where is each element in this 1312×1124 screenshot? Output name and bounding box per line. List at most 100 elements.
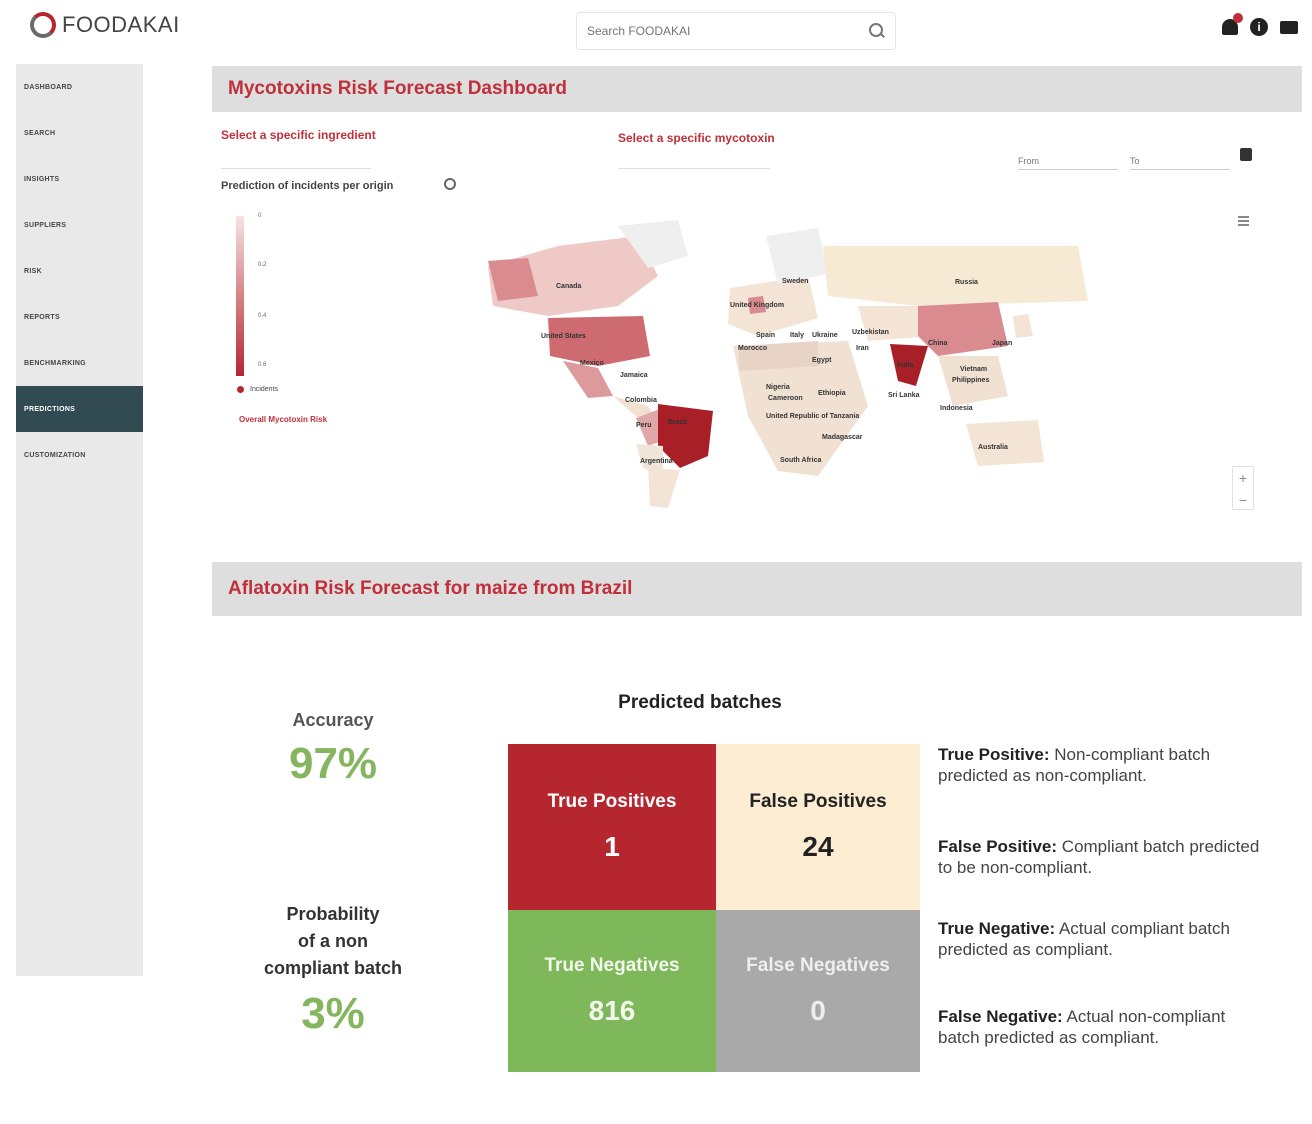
date-to-field[interactable]: To: [1130, 156, 1230, 170]
map-label: Ukraine: [812, 332, 838, 339]
search-bar[interactable]: [576, 12, 896, 50]
map-region-argentina: [648, 468, 680, 508]
ingredient-select-label[interactable]: Select a specific ingredient: [221, 128, 376, 142]
legend-tick: 0: [258, 213, 262, 219]
map-label: Spain: [756, 332, 776, 339]
false-positives-cell: False Positives 24: [716, 744, 920, 910]
prediction-label: Prediction of incidents per origin: [221, 180, 394, 192]
accuracy-card: Accuracy 97%: [214, 660, 452, 840]
date-from-field[interactable]: From: [1018, 156, 1118, 170]
map-label: Sri Lanka: [888, 392, 920, 399]
sidebar-item-suppliers[interactable]: SUPPLIERS: [16, 202, 143, 248]
ingredient-select[interactable]: [221, 168, 371, 169]
definition-term: True Positive:: [938, 745, 1050, 764]
definition-term: True Negative:: [938, 919, 1056, 938]
map-label: Japan: [992, 340, 1013, 347]
zoom-in-button[interactable]: +: [1233, 467, 1253, 489]
map-label: Brazil: [668, 419, 688, 426]
sidebar-nav: DASHBOARD SEARCH INSIGHTS SUPPLIERS RISK…: [16, 64, 143, 976]
accuracy-label: Accuracy: [292, 710, 374, 730]
predicted-batches-title: Predicted batches: [618, 692, 782, 713]
definition-true-negative: True Negative: Actual compliant batch pr…: [938, 918, 1268, 960]
accuracy-value: 97%: [288, 739, 378, 788]
map-label: Jamaica: [620, 372, 648, 379]
map-region-japan: [1013, 314, 1033, 338]
map-label: Morocco: [738, 345, 768, 352]
map-region-australia: [966, 420, 1044, 466]
map-label: Peru: [636, 422, 652, 429]
map-label: United Republic of Tanzania: [766, 413, 860, 420]
definition-false-positive: False Positive: Compliant batch predicte…: [938, 836, 1268, 878]
legend-tick: 0.2: [258, 262, 267, 268]
history-icon[interactable]: [444, 178, 456, 190]
map-label: Iran: [856, 345, 869, 352]
map-menu-icon[interactable]: [1238, 216, 1249, 227]
overall-risk-link[interactable]: Overall Mycotoxin Risk: [239, 415, 327, 424]
info-icon[interactable]: i: [1250, 18, 1268, 36]
true-positives-label: True Positives: [547, 791, 677, 812]
map-label: South Africa: [780, 457, 822, 464]
map-region-scandinavia: [766, 228, 828, 284]
false-negatives-label: False Negatives: [746, 955, 890, 976]
risk-color-legend: [236, 216, 244, 376]
notification-badge: [1233, 13, 1243, 23]
probability-label: of a non: [298, 931, 368, 951]
map-label: Mexico: [580, 360, 604, 367]
map-label: Australia: [978, 444, 1008, 451]
world-risk-map[interactable]: [218, 206, 1264, 524]
definition-false-negative: False Negative: Actual non-compliant bat…: [938, 1006, 1268, 1048]
sidebar-item-insights[interactable]: INSIGHTS: [16, 156, 143, 202]
world-map-svg: [488, 220, 1088, 508]
legend-tick: 0.4: [258, 313, 267, 319]
map-label: Argentina: [640, 458, 673, 465]
search-input[interactable]: [587, 24, 869, 38]
map-label: United States: [541, 333, 586, 340]
map-label: Colombia: [625, 397, 657, 404]
top-header: FOODAKAI i: [0, 0, 1312, 62]
map-label: Sweden: [782, 278, 809, 285]
zoom-out-button[interactable]: −: [1233, 489, 1253, 511]
probability-label: compliant batch: [263, 958, 402, 978]
sidebar-item-benchmarking[interactable]: BENCHMARKING: [16, 340, 143, 386]
false-positives-value: 24: [802, 831, 834, 862]
foodakai-logo[interactable]: FOODAKAI: [30, 12, 180, 38]
sidebar-item-customization[interactable]: CUSTOMIZATION: [16, 432, 143, 478]
search-icon[interactable]: [869, 23, 885, 39]
probability-value: 3%: [301, 989, 365, 1038]
incidents-dot-icon: [237, 386, 244, 393]
map-label: Madagascar: [822, 434, 863, 441]
logo-text: FOODAKAI: [62, 12, 180, 37]
sidebar-item-search[interactable]: SEARCH: [16, 110, 143, 156]
legend-tick: 0.6: [258, 362, 267, 368]
map-label: China: [928, 340, 948, 347]
forecast-title: Aflatoxin Risk Forecast for maize from B…: [212, 562, 1302, 616]
mail-icon[interactable]: [1280, 20, 1298, 34]
header-icons: i: [1222, 13, 1298, 36]
probability-label: Probability: [286, 904, 380, 924]
map-label: Philippines: [952, 377, 990, 384]
map-label: Egypt: [812, 357, 832, 364]
false-positives-label: False Positives: [749, 791, 887, 812]
sidebar-item-dashboard[interactable]: DASHBOARD: [16, 64, 143, 110]
map-label: India: [897, 362, 914, 369]
logo-mark-icon: [30, 12, 56, 38]
definition-term: False Negative:: [938, 1007, 1063, 1026]
probability-card: Probability of a non compliant batch 3%: [214, 890, 452, 1070]
map-zoom-control: + −: [1232, 466, 1254, 510]
map-label: Uzbekistan: [852, 329, 889, 336]
map-label: Russia: [955, 279, 978, 286]
notification-bell-icon[interactable]: [1222, 13, 1243, 35]
map-label: Italy: [790, 332, 805, 339]
false-negatives-cell: False Negatives 0: [716, 910, 920, 1072]
map-label: Nigeria: [766, 384, 790, 391]
sidebar-item-reports[interactable]: REPORTS: [16, 294, 143, 340]
mycotoxin-select[interactable]: [618, 168, 770, 169]
map-label: Canada: [556, 283, 582, 290]
mycotoxin-select-label[interactable]: Select a specific mycotoxin: [618, 131, 775, 145]
dashboard-title: Mycotoxins Risk Forecast Dashboard: [212, 66, 1302, 112]
sidebar-item-risk[interactable]: RISK: [16, 248, 143, 294]
sidebar-item-predictions[interactable]: PREDICTIONS: [16, 386, 143, 432]
map-region-usa: [548, 316, 650, 366]
calendar-icon[interactable]: [1240, 148, 1252, 161]
map-label: Cameroon: [768, 395, 803, 402]
